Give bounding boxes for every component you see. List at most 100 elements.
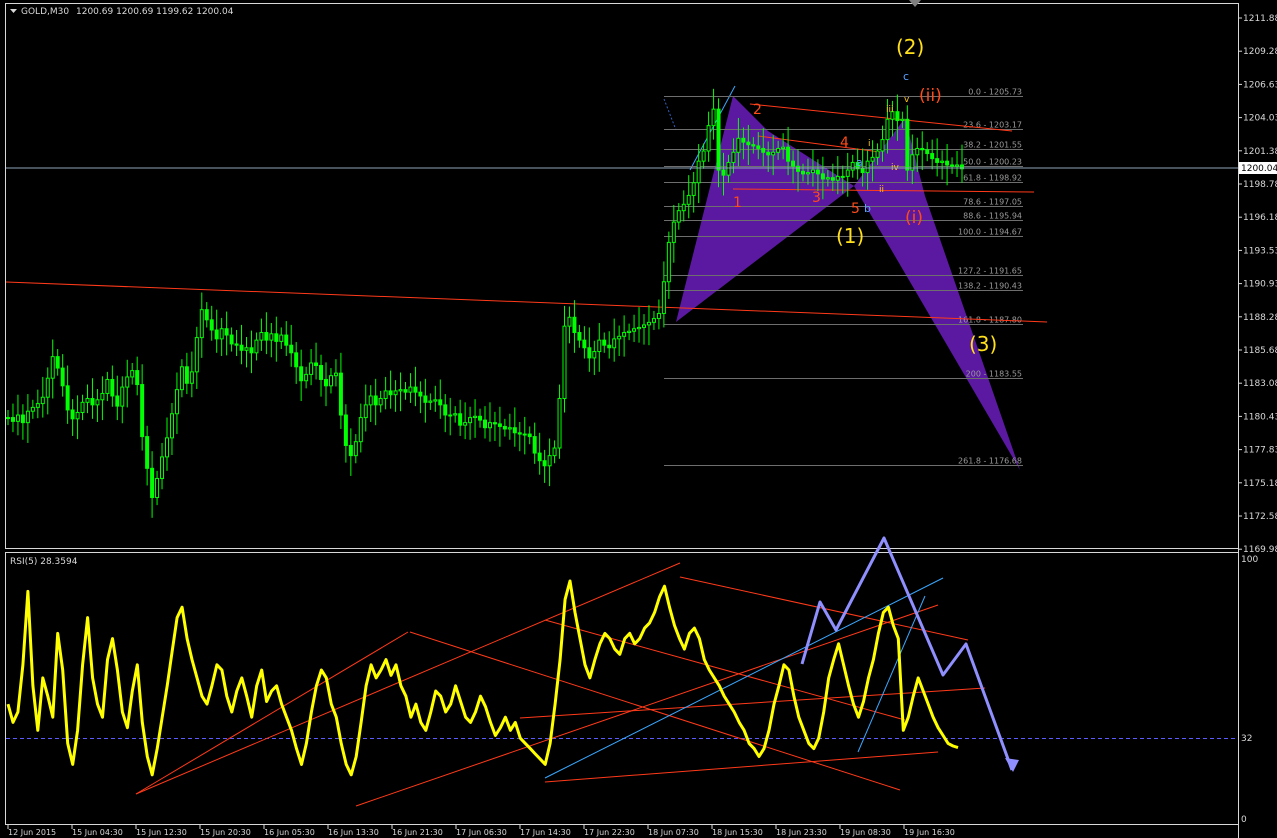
candle-body — [572, 316, 577, 334]
time-tick-label: 16 Jun 21:30 — [392, 828, 443, 837]
candle-body — [413, 386, 418, 393]
price-tick-label: 1196.18 — [1243, 213, 1277, 223]
candle-body — [125, 376, 130, 388]
candle-body — [319, 365, 324, 380]
fib-level-label: 261.8 - 1176.68 — [958, 457, 1022, 466]
candle-body — [174, 389, 179, 415]
candle-body — [721, 169, 726, 176]
fib-level-label: 50.0 - 1200.23 — [963, 158, 1022, 167]
candle-body — [184, 366, 189, 384]
candle-body — [169, 413, 174, 439]
candle-body — [920, 147, 925, 151]
price-tick-label: 1211.88 — [1243, 14, 1277, 24]
candle-body — [20, 414, 25, 424]
rsi-axis-0: 0 — [1241, 815, 1247, 825]
price-tick-label: 1190.93 — [1243, 280, 1277, 290]
red-trendline[interactable] — [749, 103, 1013, 132]
candle-body — [463, 422, 468, 426]
time-tick-label: 17 Jun 14:30 — [520, 828, 571, 837]
price-axis[interactable]: 1211.88 1209.28 1206.63 1204.03 1201.38 1198.… — [1238, 14, 1277, 555]
candle-body — [438, 399, 443, 406]
candle-body — [711, 108, 716, 127]
time-tick-label: 15 Jun 20:30 — [200, 828, 251, 837]
candle-body — [95, 399, 100, 406]
candle-body — [547, 455, 552, 467]
candle-body — [55, 356, 60, 369]
minor-wave-label: 1 — [733, 195, 742, 211]
rsi-axis-100: 100 — [1241, 555, 1258, 565]
candle-body — [219, 328, 224, 340]
rsi-trendline — [544, 751, 939, 783]
candle-body — [343, 414, 348, 446]
fib-level-label: 23.6 - 1203.17 — [963, 121, 1022, 130]
down-triangle-icon[interactable] — [10, 9, 17, 13]
rsi-pane-frame — [5, 552, 1239, 825]
price-tick-label: 1198.78 — [1243, 180, 1277, 190]
candlestick-series — [6, 88, 964, 518]
candle-body — [433, 399, 438, 402]
candle-body — [393, 390, 398, 396]
candle-body — [955, 164, 960, 167]
abc-wave-label: b — [864, 202, 871, 215]
candle-body — [244, 347, 249, 351]
candle-body — [567, 316, 572, 327]
fib-level-label: 100.0 - 1194.67 — [958, 228, 1022, 237]
candle-body — [473, 415, 478, 419]
rsi-trendline — [409, 631, 901, 791]
candle-body — [468, 417, 473, 424]
candle-body — [562, 325, 567, 400]
candle-body — [512, 427, 517, 434]
candle-body — [617, 335, 622, 340]
fib-level-label: 78.6 - 1197.05 — [963, 198, 1022, 207]
candle-body — [502, 425, 507, 430]
roman-wave-label: (i) — [905, 208, 923, 228]
candle-body — [194, 337, 199, 373]
candle-body — [656, 312, 661, 320]
fib-level-label: 127.2 - 1191.65 — [958, 267, 1022, 276]
price-tick-label: 1172.58 — [1243, 512, 1277, 522]
candle-body — [527, 433, 532, 438]
candle-body — [150, 467, 155, 499]
candle-body — [35, 403, 40, 408]
candle-body — [577, 332, 582, 341]
rsi-line — [6, 579, 959, 777]
candle-body — [701, 150, 706, 162]
candle-body — [716, 108, 721, 171]
candle-body — [651, 318, 656, 323]
candle-body — [825, 177, 830, 180]
time-tick-label: 15 Jun 12:30 — [136, 828, 187, 837]
candle-body — [607, 344, 612, 349]
price-tick-label: 1193.53 — [1243, 246, 1277, 256]
candle-body — [179, 366, 184, 391]
candle-body — [950, 164, 955, 167]
sub-wave-label: iii — [886, 105, 894, 115]
candle-body — [552, 447, 557, 457]
time-tick-label: 19 Jun 08:30 — [840, 828, 891, 837]
price-tick-label: 1183.08 — [1243, 379, 1277, 389]
price-tick-label: 1175.18 — [1243, 479, 1277, 489]
wave-label-3: (3) — [969, 332, 997, 356]
candle-body — [686, 194, 691, 205]
candle-body — [736, 137, 741, 153]
candle-body — [239, 344, 244, 351]
minor-wave-label: 3 — [812, 190, 821, 206]
time-tick-label: 18 Jun 15:30 — [712, 828, 763, 837]
red-trendline[interactable] — [5, 281, 1048, 323]
candle-body — [328, 375, 333, 387]
abc-wave-label: a — [856, 156, 863, 169]
price-tick-label: 1180.43 — [1243, 412, 1277, 422]
time-axis[interactable]: 12 Jun 2015 15 Jun 04:30 15 Jun 12:30 15 Ju… — [7, 825, 955, 837]
candle-body — [845, 169, 850, 177]
fib-level-label: 200 - 1183.55 — [966, 370, 1022, 379]
candle-body — [6, 417, 10, 420]
candle-body — [671, 221, 676, 243]
sub-wave-label: i — [868, 139, 871, 149]
candle-body — [448, 414, 453, 417]
candle-body — [45, 377, 50, 398]
wave-label-1: (1) — [836, 224, 864, 248]
chart-canvas[interactable]: 0.0 - 1205.73 23.6 - 1203.17 38.2 - 1201.5… — [0, 0, 1277, 838]
candle-body — [324, 378, 328, 387]
candle-body — [676, 210, 681, 223]
fib-level-label: 138.2 - 1190.43 — [958, 282, 1022, 291]
candle-body — [398, 389, 403, 392]
